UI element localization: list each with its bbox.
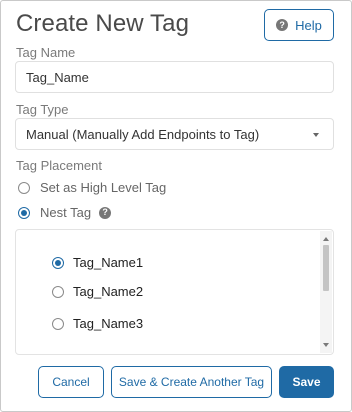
tag-type-select[interactable]: Manual (Manually Add Endpoints to Tag) (15, 118, 334, 150)
radio-unchecked-icon[interactable] (52, 317, 64, 330)
list-scrollbar[interactable] (320, 231, 332, 353)
radio-checked-icon[interactable] (52, 256, 64, 269)
tag-name-input[interactable]: Tag_Name (15, 61, 334, 93)
radio-unchecked-icon[interactable] (18, 181, 30, 194)
nest-tag-list: Tag_Name1 Tag_Name2 Tag_Name3 (15, 229, 334, 355)
list-item-label: Tag_Name3 (73, 316, 144, 331)
scroll-down-arrow-icon[interactable] (323, 343, 329, 347)
tag-name-value: Tag_Name (26, 69, 89, 85)
list-item[interactable]: Tag_Name2 (52, 284, 143, 299)
radio-high-level-tag[interactable]: Set as High Level Tag (18, 180, 166, 195)
list-item[interactable]: Tag_Name1 (52, 255, 143, 270)
caret-down-icon (313, 133, 319, 137)
cancel-button[interactable]: Cancel (38, 366, 104, 398)
scroll-thumb[interactable] (323, 245, 329, 291)
list-item-label: Tag_Name2 (73, 284, 144, 299)
create-tag-dialog: Create New Tag ? Help Tag Name Tag_Name … (0, 0, 352, 412)
scroll-up-arrow-icon[interactable] (323, 237, 329, 241)
save-button[interactable]: Save (279, 366, 334, 398)
radio-high-level-tag-label: Set as High Level Tag (40, 180, 167, 195)
tag-placement-label: Tag Placement (16, 158, 102, 173)
question-circle-icon[interactable]: ? (99, 206, 112, 219)
help-button-label: Help (295, 17, 322, 33)
tag-type-selected-value: Manual (Manually Add Endpoints to Tag) (26, 126, 260, 142)
tag-type-label: Tag Type (16, 102, 69, 117)
list-item[interactable]: Tag_Name3 (52, 316, 143, 331)
tag-name-label: Tag Name (16, 45, 76, 60)
radio-unchecked-icon[interactable] (52, 285, 64, 298)
radio-checked-icon[interactable] (18, 206, 30, 219)
help-button[interactable]: ? Help (264, 9, 334, 41)
radio-nest-tag-label: Nest Tag (40, 205, 92, 220)
list-item-label: Tag_Name1 (73, 255, 144, 270)
question-circle-icon: ? (276, 19, 289, 31)
radio-nest-tag[interactable]: Nest Tag ? (18, 205, 112, 220)
dialog-title: Create New Tag (16, 10, 190, 37)
save-create-another-button[interactable]: Save & Create Another Tag (111, 366, 272, 398)
